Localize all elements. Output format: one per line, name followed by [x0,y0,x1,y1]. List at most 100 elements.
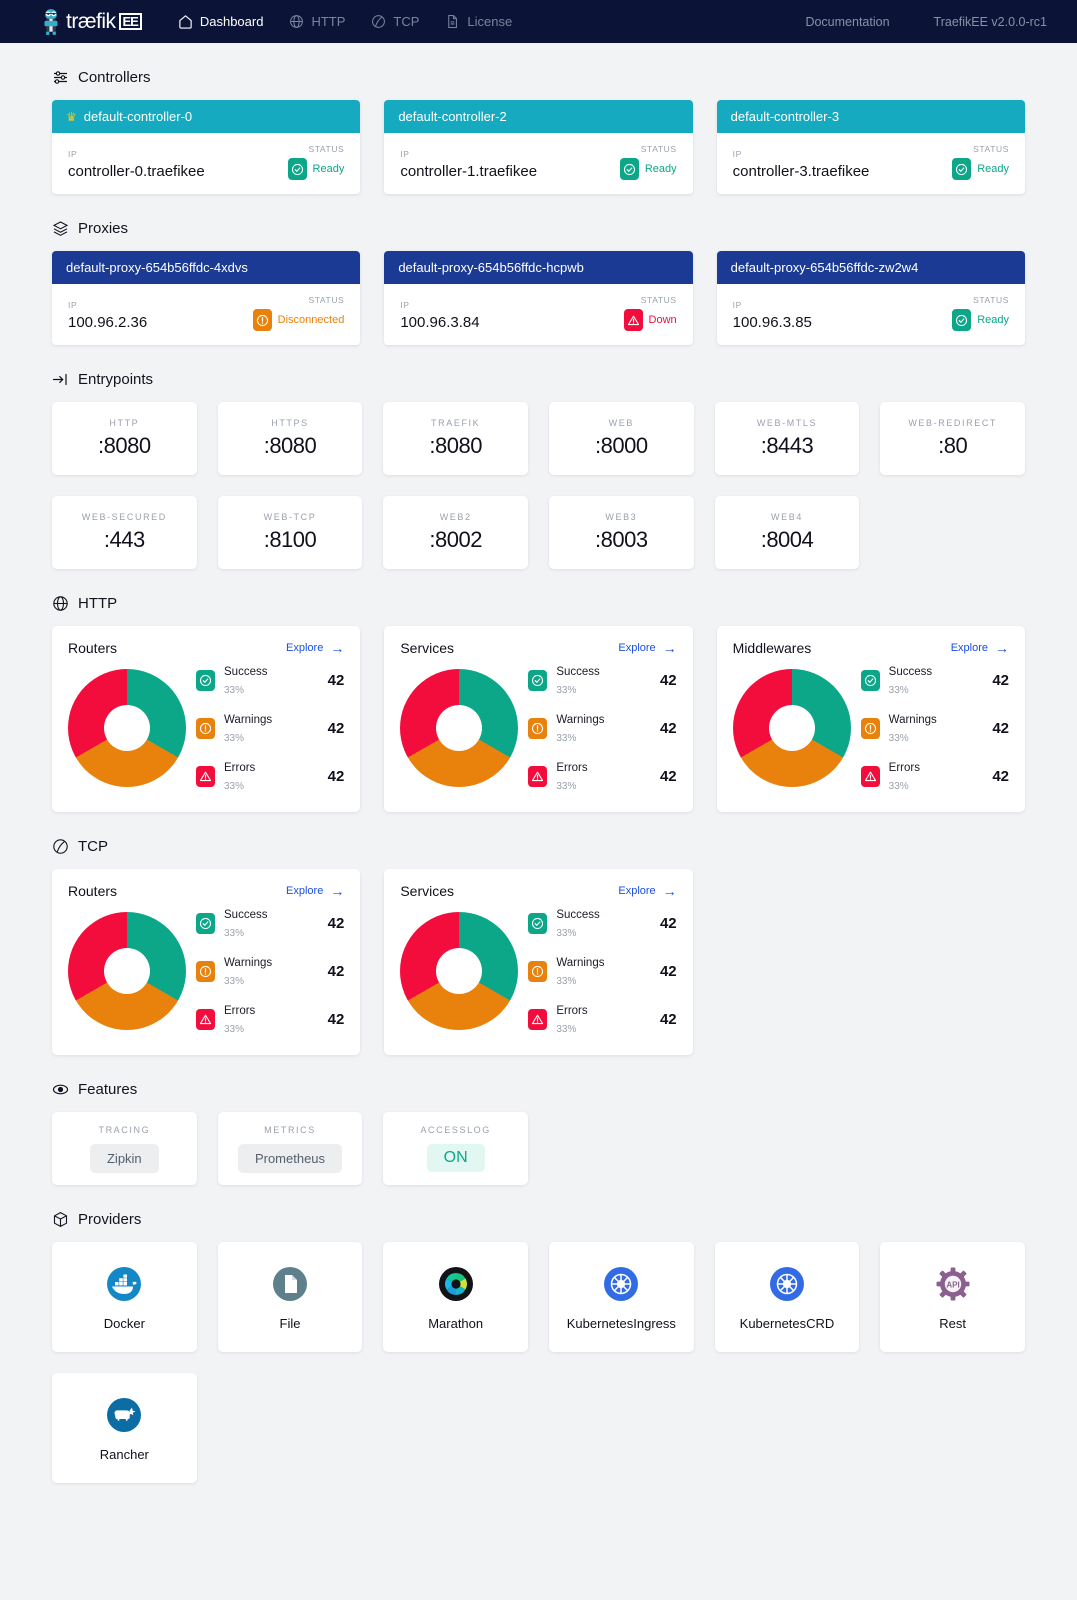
legend-label: Errors [889,762,920,774]
status-badge: Ready [620,158,677,180]
explore-link[interactable]: Explore → [286,884,344,898]
section-title: Features [78,1081,137,1098]
section-header-tcp: TCP [52,838,1025,855]
legend-label: Warnings [224,714,272,726]
status-badge: Ready [288,158,345,180]
ip-label: IP [68,149,205,159]
legend-item-warnings: Warnings 33% 42 [528,953,676,989]
entrypoint-card[interactable]: HTTP :8080 [52,402,197,475]
brand-name: træfik [66,10,116,34]
check-circle-icon [528,670,547,691]
provider-card-kubernetescrd[interactable]: KubernetesCRD [715,1242,860,1352]
controller-card-header: ♛ default-controller-0 [52,100,360,133]
feature-card-tracing[interactable]: TRACING Zipkin [52,1112,197,1185]
feature-name: TRACING [98,1125,150,1135]
provider-card-rancher[interactable]: Rancher [52,1373,197,1483]
legend-count: 42 [328,915,345,932]
nav-item-http[interactable]: HTTP [289,14,345,29]
entrypoint-card[interactable]: WEB-MTLS :8443 [715,402,860,475]
explore-link[interactable]: Explore → [286,641,344,655]
donut-hole [436,705,482,751]
layers-icon [52,220,69,237]
legend-percent: 33% [556,685,576,696]
legend-label: Warnings [889,714,937,726]
entrypoint-card[interactable]: WEB2 :8002 [383,496,528,569]
donut-chart [68,669,186,787]
ip-label: IP [68,300,147,310]
rancher-icon [103,1394,145,1436]
file-icon [269,1263,311,1305]
nav-item-dashboard[interactable]: Dashboard [178,14,264,29]
provider-card-docker[interactable]: Docker [52,1242,197,1352]
provider-name: File [280,1316,301,1331]
legend-count: 42 [660,1011,677,1028]
entrypoint-card[interactable]: WEB-TCP :8100 [218,496,363,569]
explore-label: Explore [286,885,323,897]
proxy-card[interactable]: default-proxy-654b56ffdc-hcpwb IP 100.96… [384,251,692,345]
entrypoint-port: :8002 [429,527,482,553]
legend-count: 42 [660,768,677,785]
legend-item-success: Success 33% 42 [196,662,344,698]
brand-logo[interactable]: træfik EE [40,8,142,36]
provider-card-marathon[interactable]: Marathon [383,1242,528,1352]
controller-card[interactable]: default-controller-3 IP controller-3.tra… [717,100,1025,194]
donut-chart [400,669,518,787]
entrypoint-card[interactable]: TRAEFIK :8080 [383,402,528,475]
feature-card-accesslog[interactable]: ACCESSLOG ON [383,1112,528,1185]
entrypoints-grid-row2: WEB-SECURED :443 WEB-TCP :8100 WEB2 :800… [52,496,1025,569]
nav-item-tcp[interactable]: TCP [371,14,419,29]
legend-count: 42 [660,963,677,980]
feature-card-metrics[interactable]: METRICS Prometheus [218,1112,363,1185]
status-badge: Ready [952,158,1009,180]
entrypoint-name: WEB4 [771,512,803,522]
provider-name: Rancher [100,1447,149,1462]
legend-percent: 33% [889,685,909,696]
stat-card-title: Middlewares [733,640,812,656]
proxy-card[interactable]: default-proxy-654b56ffdc-4xdvs IP 100.96… [52,251,360,345]
legend-item-errors: Errors 33% 42 [196,758,344,794]
section-header-proxies: Proxies [52,220,1025,237]
kubernetes-icon [766,1263,808,1305]
warning-triangle-icon [528,1009,547,1030]
status-text: Ready [645,163,677,175]
legend-item-errors: Errors 33% 42 [528,758,676,794]
entrypoint-card[interactable]: HTTPS :8080 [218,402,363,475]
legend-percent: 33% [889,781,909,792]
provider-card-kubernetesingress[interactable]: KubernetesIngress [549,1242,694,1352]
ip-label: IP [400,149,537,159]
donut-hole [104,948,150,994]
status-badge: Ready [952,309,1009,331]
legend-label: Success [556,666,599,678]
nav-links: Dashboard HTTP TCP Lice [178,14,512,29]
tcp-stat-grid: Routers Explore → Success [52,869,1025,1055]
document-icon [445,14,460,29]
legend-count: 42 [328,720,345,737]
explore-link[interactable]: Explore → [951,641,1009,655]
explore-link[interactable]: Explore → [618,884,676,898]
provider-card-rest[interactable]: API Rest [880,1242,1025,1352]
entrypoint-card[interactable]: WEB-REDIRECT :80 [880,402,1025,475]
provider-card-file[interactable]: File [218,1242,363,1352]
proxy-card[interactable]: default-proxy-654b56ffdc-zw2w4 IP 100.96… [717,251,1025,345]
explore-link[interactable]: Explore → [618,641,676,655]
entrypoint-card[interactable]: WEB3 :8003 [549,496,694,569]
entrypoint-card[interactable]: WEB4 :8004 [715,496,860,569]
entrypoint-card[interactable]: WEB :8000 [549,402,694,475]
nav-item-license[interactable]: License [445,14,512,29]
documentation-link[interactable]: Documentation [805,15,889,29]
check-circle-icon [952,309,971,331]
controller-card[interactable]: ♛ default-controller-0 IP controller-0.t… [52,100,360,194]
chart-legend: Success 33% 42 Warnings 33% 42 [190,662,344,794]
stat-card-title: Routers [68,640,117,656]
status-label: STATUS [620,144,677,154]
proxy-card-header: default-proxy-654b56ffdc-4xdvs [52,251,360,284]
legend-label: Errors [556,762,587,774]
entrypoint-card[interactable]: WEB-SECURED :443 [52,496,197,569]
status-label: STATUS [624,295,677,305]
entrypoint-port: :80 [938,433,967,459]
legend-label: Success [224,909,267,921]
controller-card[interactable]: default-controller-2 IP controller-1.tra… [384,100,692,194]
controller-name: default-controller-2 [398,109,506,124]
entrypoint-name: WEB3 [605,512,637,522]
stat-card-tcp-services: Services Explore → Success [384,869,692,1055]
